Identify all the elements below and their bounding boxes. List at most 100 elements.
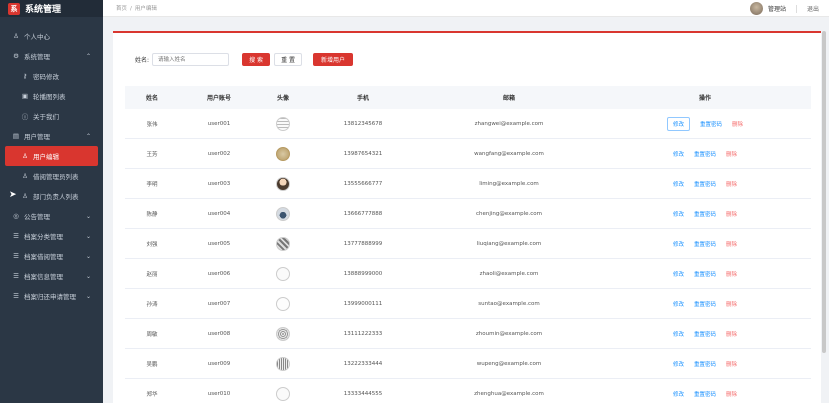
logout-link[interactable]: 退出 (807, 4, 819, 13)
edit-button[interactable]: 修改 (673, 360, 684, 368)
sidebar-item-carousel[interactable]: ▣ 轮播图列表 (0, 86, 103, 106)
delete-button[interactable]: 删除 (726, 330, 737, 338)
sidebar-item-borrow-admins[interactable]: ♙ 借阅管理员列表 (0, 166, 103, 186)
reset-button[interactable]: 重 置 (274, 53, 303, 66)
sidebar-item-profile[interactable]: ♙ 个人中心 (0, 26, 103, 46)
user-avatar[interactable] (276, 356, 290, 371)
search-input[interactable] (152, 53, 230, 66)
list-icon: ☰ (13, 252, 19, 260)
edit-button[interactable]: 修改 (673, 270, 684, 278)
sidebar-item-users[interactable]: ▤ 用户管理 ⌃ (0, 126, 103, 146)
sidebar-item-archive-info[interactable]: ☰ 档案信息管理 ⌄ (0, 266, 103, 286)
brand: 系 系统管理 (0, 0, 103, 17)
delete-button[interactable]: 删除 (726, 150, 737, 158)
cell-name: 孙涛 (146, 301, 158, 308)
cell-email: liuqiang@example.com (476, 240, 542, 247)
user-avatar[interactable] (276, 236, 290, 251)
cell-name: 吴鹏 (146, 361, 158, 368)
breadcrumb-home[interactable]: 首页 (116, 6, 127, 12)
sidebar-item-notices[interactable]: ◎ 公告管理 ⌄ (0, 206, 103, 226)
edit-button[interactable]: 修改 (673, 240, 684, 248)
cell-avatar (259, 206, 307, 221)
avatar[interactable] (749, 2, 763, 15)
cell-email: zhoumin@example.com (475, 330, 543, 337)
reset-password-button[interactable]: 重置密码 (694, 180, 716, 188)
sidebar-item-about[interactable]: ⓘ 关于我们 (0, 106, 103, 126)
sidebar-item-archive-return[interactable]: ☰ 档案归还申请管理 ⌄ (0, 286, 103, 306)
reset-password-button[interactable]: 重置密码 (694, 240, 716, 248)
user-avatar[interactable] (276, 296, 290, 311)
edit-button[interactable]: 修改 (673, 150, 684, 158)
edit-button[interactable]: 修改 (673, 390, 684, 398)
reset-password-button[interactable]: 重置密码 (694, 150, 716, 158)
column-header-phone: 手机 (356, 95, 369, 102)
reset-password-button[interactable]: 重置密码 (700, 120, 722, 128)
delete-button[interactable]: 删除 (726, 210, 737, 218)
user-area: 管理站 退出 (749, 0, 819, 17)
reset-password-button[interactable]: 重置密码 (694, 390, 716, 398)
search-button[interactable]: 搜 索 (242, 53, 271, 66)
cell-name: 张伟 (146, 121, 158, 128)
edit-button[interactable]: 修改 (666, 116, 690, 131)
bell-icon: ◎ (13, 212, 19, 220)
cell-name: 陈静 (146, 211, 158, 218)
cell-account: user004 (207, 210, 231, 217)
user-avatar[interactable] (276, 386, 290, 401)
cell-email: wupeng@example.com (476, 360, 542, 367)
chevron-up-icon: ⌃ (85, 132, 91, 140)
chevron-down-icon: ⌄ (85, 232, 91, 240)
cell-name: 王芳 (146, 151, 158, 158)
cell-name: 周敏 (146, 331, 158, 338)
sidebar-item-label: 档案信息管理 (24, 273, 63, 281)
sidebar-item-user-edit[interactable]: ♙ 用户编辑 (5, 146, 98, 166)
cell-phone: 13666777888 (343, 210, 383, 217)
edit-button[interactable]: 修改 (673, 210, 684, 218)
scrollbar[interactable] (822, 31, 826, 353)
delete-button[interactable]: 删除 (726, 180, 737, 188)
reset-password-button[interactable]: 重置密码 (694, 210, 716, 218)
reset-password-button[interactable]: 重置密码 (694, 360, 716, 368)
cell-account: user009 (207, 360, 231, 367)
user-avatar[interactable] (276, 116, 290, 131)
gear-icon: ⚙ (13, 52, 19, 60)
username[interactable]: 管理站 (768, 4, 786, 13)
reset-password-button[interactable]: 重置密码 (694, 330, 716, 338)
delete-button[interactable]: 删除 (732, 120, 743, 128)
cell-avatar (259, 236, 307, 251)
delete-button[interactable]: 删除 (726, 270, 737, 278)
cell-avatar (259, 116, 307, 131)
user-avatar[interactable] (276, 326, 290, 341)
cell-email: liming@example.com (479, 180, 539, 187)
user-avatar[interactable] (276, 206, 290, 221)
brand-title: 系统管理 (25, 5, 62, 15)
table-row: 陈静 user004 13666777888 chenjing@example.… (125, 199, 811, 229)
list-icon: ☰ (13, 292, 19, 300)
sidebar-item-system[interactable]: ⚙ 系统管理 ⌃ (0, 46, 103, 66)
column-header-avatar: 头像 (276, 95, 289, 102)
chevron-up-icon: ⌃ (85, 52, 91, 60)
reset-password-button[interactable]: 重置密码 (694, 300, 716, 308)
sidebar-item-password[interactable]: ⚷ 密码修改 (0, 66, 103, 86)
sidebar-item-archive-borrow[interactable]: ☰ 档案借阅管理 ⌄ (0, 246, 103, 266)
add-user-button[interactable]: 新增用户 (313, 53, 354, 66)
search-label: 姓名: (135, 57, 150, 64)
edit-button[interactable]: 修改 (673, 330, 684, 338)
delete-button[interactable]: 删除 (726, 300, 737, 308)
user-avatar[interactable] (276, 266, 290, 281)
user-avatar[interactable] (276, 176, 290, 191)
delete-button[interactable]: 删除 (726, 360, 737, 368)
user-avatar[interactable] (276, 146, 290, 161)
divider (795, 4, 797, 13)
reset-password-button[interactable]: 重置密码 (694, 270, 716, 278)
table-row: 赵丽 user006 13888999000 zhaoli@example.co… (125, 259, 811, 289)
brand-logo: 系 (8, 2, 20, 15)
sidebar-item-archive-category[interactable]: ☰ 档案分类管理 ⌄ (0, 226, 103, 246)
cell-account: user006 (207, 270, 231, 277)
edit-button[interactable]: 修改 (673, 300, 684, 308)
sidebar-item-label: 档案借阅管理 (24, 253, 63, 261)
delete-button[interactable]: 删除 (726, 390, 737, 398)
delete-button[interactable]: 删除 (726, 240, 737, 248)
pointer-cursor-icon: ➤ (9, 190, 17, 200)
cell-ops: 修改 重置密码 删除 (599, 300, 811, 308)
edit-button[interactable]: 修改 (673, 180, 684, 188)
